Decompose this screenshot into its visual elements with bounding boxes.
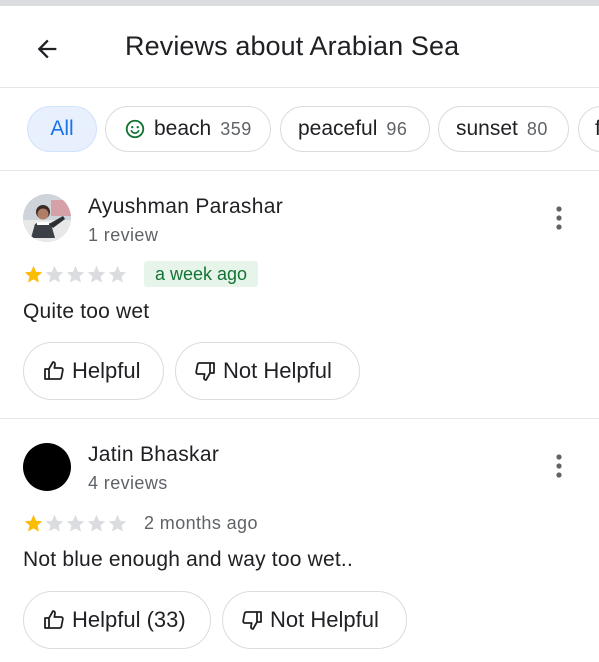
smiley-icon [124,118,146,140]
star-empty-icon [108,265,127,283]
header-divider [0,87,599,88]
chip-label: f [595,117,599,140]
review-text: Not blue enough and way too wet.. [23,548,353,571]
avatar[interactable] [23,194,71,242]
chip-sunset[interactable]: sunset 80 [438,106,569,152]
reviewer-review-count: 4 reviews [88,473,168,493]
thumb-down-icon [240,608,264,632]
chip-beach[interactable]: beach 359 [105,106,271,152]
not-helpful-button[interactable]: Not Helpful [175,342,360,400]
not-helpful-label: Not Helpful [270,607,379,632]
chip-count: 359 [220,118,252,139]
more-vert-icon [556,454,562,478]
helpful-label: Helpful [72,358,141,383]
star-empty-icon [87,514,106,532]
chip-label: All [50,117,74,140]
chip-label: beach [154,117,212,140]
chip-label: peaceful [298,117,378,140]
thumb-up-icon [42,359,66,383]
star-empty-icon [108,514,127,532]
chip-count: 80 [526,118,548,139]
filter-chips: All beach 359 peaceful 96 sunset 80 f [0,106,599,154]
not-helpful-button[interactable]: Not Helpful [222,591,407,649]
avatar-photo [23,194,71,242]
star-empty-icon [45,514,64,532]
back-button[interactable] [30,32,64,66]
reviewer-review-count: 1 review [88,225,159,245]
review-time-badge: a week ago [144,261,259,287]
chip-count: 96 [386,118,408,139]
more-vert-icon [556,206,562,230]
star-filled-icon [24,514,43,532]
chip-partial[interactable]: f [578,106,599,152]
review-time: 2 months ago [144,513,258,533]
star-rating [23,264,128,285]
thumb-down-icon [193,359,217,383]
star-rating [23,513,128,534]
review-text: Quite too wet [23,300,150,323]
reviewer-name[interactable]: Jatin Bhaskar [88,443,219,467]
more-options-button[interactable] [549,451,569,481]
review-divider [0,418,599,419]
chip-all[interactable]: All [27,106,97,152]
helpful-label: Helpful (33) [72,607,186,632]
star-filled-icon [24,265,43,283]
star-empty-icon [66,265,85,283]
app-header: Reviews about Arabian Sea [0,6,599,86]
avatar[interactable] [23,443,71,491]
helpful-button[interactable]: Helpful (33) [23,591,211,649]
thumb-up-icon [42,608,66,632]
star-empty-icon [66,514,85,532]
star-empty-icon [87,265,106,283]
arrow-back-icon [37,39,57,59]
chips-divider [0,170,599,171]
star-empty-icon [45,265,64,283]
helpful-button[interactable]: Helpful [23,342,164,400]
not-helpful-label: Not Helpful [223,358,332,383]
reviewer-name[interactable]: Ayushman Parashar [88,195,283,219]
chip-peaceful[interactable]: peaceful 96 [280,106,430,152]
page-title: Reviews about Arabian Sea [125,31,460,61]
more-options-button[interactable] [549,203,569,233]
chip-label: sunset [456,117,518,140]
